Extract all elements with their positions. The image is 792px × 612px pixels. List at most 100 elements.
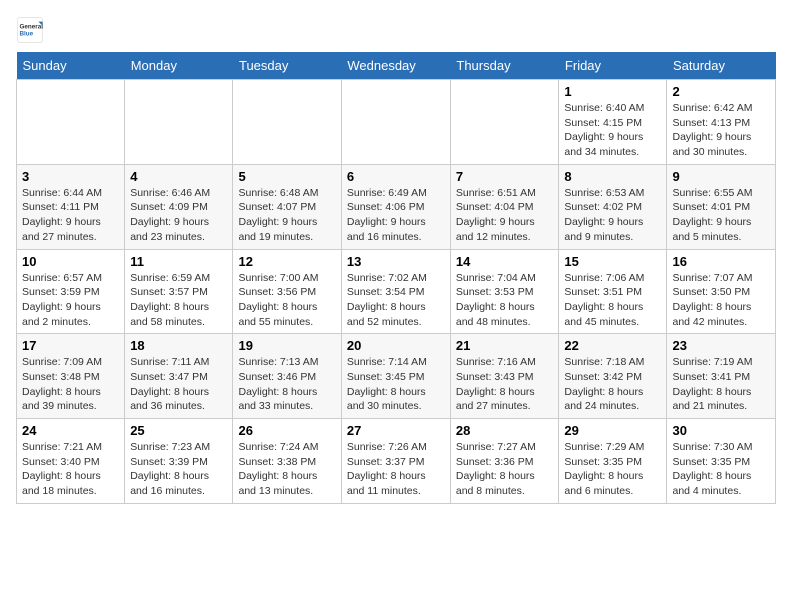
- header-tuesday: Tuesday: [233, 52, 341, 80]
- day-info: Sunrise: 7:19 AMSunset: 3:41 PMDaylight:…: [672, 355, 770, 414]
- day-cell: 28 Sunrise: 7:27 AMSunset: 3:36 PMDayligh…: [450, 419, 559, 504]
- header-thursday: Thursday: [450, 52, 559, 80]
- day-info: Sunrise: 7:30 AMSunset: 3:35 PMDaylight:…: [672, 440, 770, 499]
- day-info: Sunrise: 6:44 AMSunset: 4:11 PMDaylight:…: [22, 186, 119, 245]
- day-info: Sunrise: 6:40 AMSunset: 4:15 PMDaylight:…: [564, 101, 661, 160]
- day-cell: 14 Sunrise: 7:04 AMSunset: 3:53 PMDayligh…: [450, 249, 559, 334]
- svg-text:Blue: Blue: [20, 31, 34, 38]
- day-cell: 16 Sunrise: 7:07 AMSunset: 3:50 PMDayligh…: [667, 249, 776, 334]
- day-number: 8: [564, 169, 661, 184]
- day-number: 30: [672, 423, 770, 438]
- day-number: 11: [130, 254, 227, 269]
- day-number: 20: [347, 338, 445, 353]
- day-cell: 8 Sunrise: 6:53 AMSunset: 4:02 PMDaylight…: [559, 164, 667, 249]
- day-info: Sunrise: 7:00 AMSunset: 3:56 PMDaylight:…: [238, 271, 335, 330]
- day-cell: 23 Sunrise: 7:19 AMSunset: 3:41 PMDayligh…: [667, 334, 776, 419]
- day-cell: [125, 80, 233, 165]
- day-cell: 6Sunrise: 6:49 AMSunset: 4:06 PMDaylight…: [341, 164, 450, 249]
- day-cell: 2 Sunrise: 6:42 AMSunset: 4:13 PMDaylight…: [667, 80, 776, 165]
- week-row-5: 24 Sunrise: 7:21 AMSunset: 3:40 PMDayligh…: [17, 419, 776, 504]
- day-cell: 9 Sunrise: 6:55 AMSunset: 4:01 PMDaylight…: [667, 164, 776, 249]
- day-number: 27: [347, 423, 445, 438]
- day-number: 9: [672, 169, 770, 184]
- day-info: Sunrise: 6:53 AMSunset: 4:02 PMDaylight:…: [564, 186, 661, 245]
- day-number: 23: [672, 338, 770, 353]
- day-cell: 21 Sunrise: 7:16 AMSunset: 3:43 PMDayligh…: [450, 334, 559, 419]
- day-number: 14: [456, 254, 554, 269]
- calendar: SundayMondayTuesdayWednesdayThursdayFrid…: [16, 52, 776, 504]
- day-number: 28: [456, 423, 554, 438]
- day-cell: 15 Sunrise: 7:06 AMSunset: 3:51 PMDayligh…: [559, 249, 667, 334]
- day-number: 25: [130, 423, 227, 438]
- day-cell: 11 Sunrise: 6:59 AMSunset: 3:57 PMDayligh…: [125, 249, 233, 334]
- header-monday: Monday: [125, 52, 233, 80]
- day-number: 29: [564, 423, 661, 438]
- day-info: Sunrise: 6:42 AMSunset: 4:13 PMDaylight:…: [672, 101, 770, 160]
- day-cell: 24 Sunrise: 7:21 AMSunset: 3:40 PMDayligh…: [17, 419, 125, 504]
- day-info: Sunrise: 7:07 AMSunset: 3:50 PMDaylight:…: [672, 271, 770, 330]
- day-cell: 7Sunrise: 6:51 AMSunset: 4:04 PMDaylight…: [450, 164, 559, 249]
- day-info: Sunrise: 6:48 AMSunset: 4:07 PMDaylight:…: [238, 186, 335, 245]
- week-row-3: 10 Sunrise: 6:57 AMSunset: 3:59 PMDayligh…: [17, 249, 776, 334]
- day-info: Sunrise: 6:57 AMSunset: 3:59 PMDaylight:…: [22, 271, 119, 330]
- day-info: Sunrise: 7:06 AMSunset: 3:51 PMDaylight:…: [564, 271, 661, 330]
- day-info: Sunrise: 6:55 AMSunset: 4:01 PMDaylight:…: [672, 186, 770, 245]
- day-number: 26: [238, 423, 335, 438]
- day-info: Sunrise: 7:09 AMSunset: 3:48 PMDaylight:…: [22, 355, 119, 414]
- day-cell: 30 Sunrise: 7:30 AMSunset: 3:35 PMDayligh…: [667, 419, 776, 504]
- header-wednesday: Wednesday: [341, 52, 450, 80]
- day-info: Sunrise: 7:02 AMSunset: 3:54 PMDaylight:…: [347, 271, 445, 330]
- day-number: 6: [347, 169, 445, 184]
- day-number: 2: [672, 84, 770, 99]
- day-info: Sunrise: 6:59 AMSunset: 3:57 PMDaylight:…: [130, 271, 227, 330]
- day-cell: [17, 80, 125, 165]
- header: General Blue: [16, 16, 776, 44]
- day-info: Sunrise: 7:16 AMSunset: 3:43 PMDaylight:…: [456, 355, 554, 414]
- day-cell: 4Sunrise: 6:46 AMSunset: 4:09 PMDaylight…: [125, 164, 233, 249]
- day-cell: [341, 80, 450, 165]
- day-number: 16: [672, 254, 770, 269]
- day-info: Sunrise: 7:26 AMSunset: 3:37 PMDaylight:…: [347, 440, 445, 499]
- day-info: Sunrise: 7:24 AMSunset: 3:38 PMDaylight:…: [238, 440, 335, 499]
- day-cell: 25 Sunrise: 7:23 AMSunset: 3:39 PMDayligh…: [125, 419, 233, 504]
- day-info: Sunrise: 7:23 AMSunset: 3:39 PMDaylight:…: [130, 440, 227, 499]
- day-number: 13: [347, 254, 445, 269]
- day-cell: 29 Sunrise: 7:29 AMSunset: 3:35 PMDayligh…: [559, 419, 667, 504]
- day-cell: 12 Sunrise: 7:00 AMSunset: 3:56 PMDayligh…: [233, 249, 341, 334]
- day-info: Sunrise: 7:21 AMSunset: 3:40 PMDaylight:…: [22, 440, 119, 499]
- day-number: 19: [238, 338, 335, 353]
- day-info: Sunrise: 7:29 AMSunset: 3:35 PMDaylight:…: [564, 440, 661, 499]
- day-number: 21: [456, 338, 554, 353]
- day-number: 3: [22, 169, 119, 184]
- day-info: Sunrise: 7:14 AMSunset: 3:45 PMDaylight:…: [347, 355, 445, 414]
- day-number: 24: [22, 423, 119, 438]
- day-number: 10: [22, 254, 119, 269]
- day-number: 1: [564, 84, 661, 99]
- day-cell: 19 Sunrise: 7:13 AMSunset: 3:46 PMDayligh…: [233, 334, 341, 419]
- day-info: Sunrise: 7:11 AMSunset: 3:47 PMDaylight:…: [130, 355, 227, 414]
- day-number: 5: [238, 169, 335, 184]
- logo: General Blue: [16, 16, 48, 44]
- day-cell: [450, 80, 559, 165]
- day-number: 12: [238, 254, 335, 269]
- day-cell: 1 Sunrise: 6:40 AMSunset: 4:15 PMDaylight…: [559, 80, 667, 165]
- header-friday: Friday: [559, 52, 667, 80]
- day-info: Sunrise: 7:04 AMSunset: 3:53 PMDaylight:…: [456, 271, 554, 330]
- day-info: Sunrise: 7:18 AMSunset: 3:42 PMDaylight:…: [564, 355, 661, 414]
- day-number: 22: [564, 338, 661, 353]
- day-number: 18: [130, 338, 227, 353]
- day-cell: [233, 80, 341, 165]
- day-info: Sunrise: 7:13 AMSunset: 3:46 PMDaylight:…: [238, 355, 335, 414]
- header-saturday: Saturday: [667, 52, 776, 80]
- day-cell: 20 Sunrise: 7:14 AMSunset: 3:45 PMDayligh…: [341, 334, 450, 419]
- header-sunday: Sunday: [17, 52, 125, 80]
- day-info: Sunrise: 7:27 AMSunset: 3:36 PMDaylight:…: [456, 440, 554, 499]
- day-number: 15: [564, 254, 661, 269]
- day-info: Sunrise: 6:51 AMSunset: 4:04 PMDaylight:…: [456, 186, 554, 245]
- week-row-2: 3 Sunrise: 6:44 AMSunset: 4:11 PMDaylight…: [17, 164, 776, 249]
- day-cell: 26 Sunrise: 7:24 AMSunset: 3:38 PMDayligh…: [233, 419, 341, 504]
- week-row-1: 1 Sunrise: 6:40 AMSunset: 4:15 PMDaylight…: [17, 80, 776, 165]
- calendar-header-row: SundayMondayTuesdayWednesdayThursdayFrid…: [17, 52, 776, 80]
- day-cell: 5 Sunrise: 6:48 AMSunset: 4:07 PMDaylight…: [233, 164, 341, 249]
- day-cell: 3 Sunrise: 6:44 AMSunset: 4:11 PMDaylight…: [17, 164, 125, 249]
